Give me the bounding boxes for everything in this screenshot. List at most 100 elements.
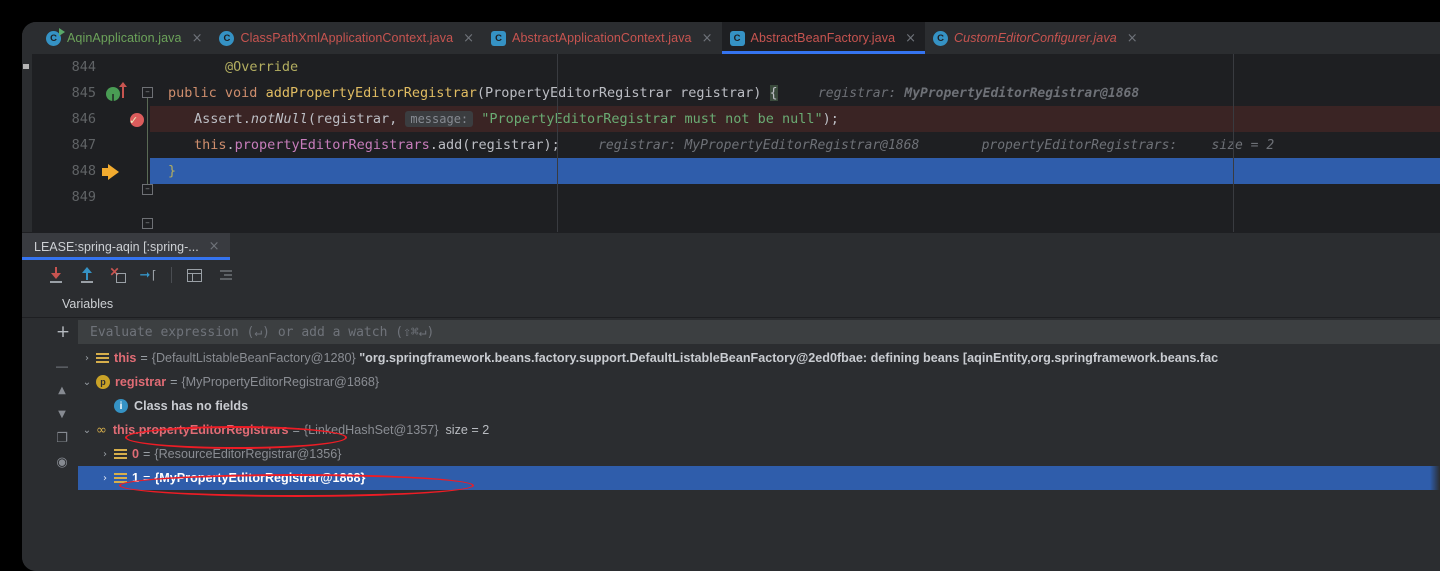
debugger-session-tab[interactable]: LEASE:spring-aqin [:spring-... × xyxy=(22,233,230,260)
layout-settings-icon xyxy=(218,269,234,281)
equals-sign: = xyxy=(292,423,300,437)
editor-tab-customeditorconfigurer[interactable]: C CustomEditorConfigurer.java × xyxy=(925,22,1147,54)
step-out-button[interactable] xyxy=(71,262,102,288)
settings-lines-button[interactable] xyxy=(210,262,241,288)
no-fields-message: Class has no fields xyxy=(134,399,249,413)
evaluate-expression-button[interactable] xyxy=(179,262,210,288)
parameter-hint-message: message: xyxy=(405,111,474,127)
java-abstract-class-icon: C xyxy=(491,30,507,46)
line-number: 845 xyxy=(71,85,96,101)
show-hide-button[interactable]: ◉ xyxy=(46,450,78,474)
close-icon[interactable]: × xyxy=(905,32,916,45)
code-line-844: @Override xyxy=(150,54,1440,80)
keyword-void: void xyxy=(224,85,258,101)
tab-variables[interactable]: Variables xyxy=(62,297,113,311)
editor-tab-label: AbstractBeanFactory.java xyxy=(750,31,896,45)
gutter-line: 848 xyxy=(32,158,150,184)
code-line-847: this.propertyEditorRegistrars.add(regist… xyxy=(150,132,1440,158)
code-editor[interactable]: 844 845 846 847 848 xyxy=(22,54,1440,232)
editor-tab-label: AqinApplication.java xyxy=(67,31,182,45)
object-list-icon xyxy=(96,352,109,365)
step-out-icon xyxy=(79,267,95,283)
variable-row-registrar[interactable]: ⌄ p registrar = {MyPropertyEditorRegistr… xyxy=(78,370,1440,394)
close-icon[interactable]: × xyxy=(192,32,203,45)
line-number: 846 xyxy=(71,111,96,127)
editor-tab-abstractapplicationcontext[interactable]: C AbstractApplicationContext.java × xyxy=(483,22,722,54)
expand-chevron-icon[interactable]: › xyxy=(78,353,96,364)
editor-tab-aqinapplication[interactable]: C AqinApplication.java × xyxy=(38,22,211,54)
watch-icon: ∞ xyxy=(96,422,107,438)
expand-chevron-icon[interactable]: › xyxy=(96,473,114,484)
method-name: addPropertyEditorRegistrar xyxy=(265,85,477,101)
variable-row-element-0[interactable]: › 0 = {ResourceEditorRegistrar@1356} xyxy=(78,442,1440,466)
collapse-chevron-icon[interactable]: ⌄ xyxy=(78,425,96,436)
object-list-icon xyxy=(114,472,127,485)
gutter-line: 849 xyxy=(32,184,150,210)
copy-value-button[interactable]: ❐ xyxy=(46,426,78,450)
editor-tab-bar: C AqinApplication.java × C ClassPathXmlA… xyxy=(22,22,1440,54)
parameter-icon: p xyxy=(96,375,110,389)
collection-size: size = 2 xyxy=(445,423,490,437)
gutter-line: 846 xyxy=(32,106,150,134)
evaluate-grid-icon xyxy=(187,268,202,282)
variable-row-this[interactable]: › this = {DefaultListableBeanFactory@128… xyxy=(78,346,1440,370)
right-edge-fade xyxy=(1430,346,1440,526)
remove-watch-button[interactable]: — xyxy=(46,354,78,378)
inline-hint-label: registrar: xyxy=(598,138,677,153)
expand-chevron-icon[interactable]: › xyxy=(96,449,114,460)
evaluate-expression-input[interactable]: Evaluate expression (↵) or add a watch (… xyxy=(78,320,1440,344)
variables-tab-row: Variables xyxy=(22,290,1440,318)
watch-row-propertyeditorregistrars[interactable]: ⌄ ∞ this.propertyEditorRegistrars = {Lin… xyxy=(78,418,1440,442)
editor-tab-label: CustomEditorConfigurer.java xyxy=(954,31,1117,45)
variable-name: this xyxy=(114,351,137,365)
step-into-icon xyxy=(48,267,64,283)
close-icon[interactable]: × xyxy=(702,32,713,45)
java-class-icon: C xyxy=(219,30,235,46)
string-literal: "PropertyEditorRegistrar must not be nul… xyxy=(481,111,823,127)
force-step-into-button[interactable]: ✕ xyxy=(102,262,133,288)
editor-gutter[interactable]: 844 845 846 847 848 xyxy=(32,54,153,232)
move-up-button[interactable]: ▲ xyxy=(46,378,78,402)
editor-tab-abstractbeanfactory[interactable]: C AbstractBeanFactory.java × xyxy=(721,22,926,54)
code-line-845: public void addPropertyEditorRegistrar(P… xyxy=(150,80,1440,106)
force-step-into-icon: ✕ xyxy=(110,265,126,283)
step-into-button[interactable] xyxy=(40,262,71,288)
variable-type: {MyPropertyEditorRegistrar@1868} xyxy=(154,471,366,485)
variable-name: 0 xyxy=(132,447,140,461)
variable-row-element-1[interactable]: › 1 = {MyPropertyEditorRegistrar@1868} xyxy=(78,466,1440,490)
variable-type: {DefaultListableBeanFactory@1280} xyxy=(151,351,356,365)
copy-icon: ❐ xyxy=(56,430,68,446)
java-class-icon: C xyxy=(933,30,949,46)
method-signature: (PropertyEditorRegistrar registrar) xyxy=(476,85,762,101)
variables-tree-area: — ▲ ▼ ❐ ◉ › this = {DefaultListableBeanF… xyxy=(22,346,1440,526)
collapse-chevron-icon[interactable]: ⌄ xyxy=(78,377,96,388)
gutter-line: 844 xyxy=(32,54,150,80)
inline-hint-label: propertyEditorRegistrars: xyxy=(981,138,1178,153)
line-number: 844 xyxy=(71,59,96,75)
equals-sign: = xyxy=(143,447,151,461)
minus-icon: — xyxy=(56,359,68,373)
variables-tree[interactable]: › this = {DefaultListableBeanFactory@128… xyxy=(78,346,1440,526)
close-icon[interactable]: × xyxy=(209,240,220,253)
move-down-button[interactable]: ▼ xyxy=(46,402,78,426)
run-to-cursor-button[interactable]: ➞ ⌈ xyxy=(133,262,164,288)
close-icon[interactable]: × xyxy=(463,32,474,45)
variable-type: {MyPropertyEditorRegistrar@1868} xyxy=(181,375,380,389)
equals-sign: = xyxy=(143,471,151,485)
chevron-down-icon: ▼ xyxy=(58,408,66,420)
debugger-toolbar: ✕ ➞ ⌈ xyxy=(22,260,1440,290)
editor-left-strip xyxy=(22,54,32,232)
editor-tab-classpathxmlapplicationcontext[interactable]: C ClassPathXmlApplicationContext.java × xyxy=(211,22,483,54)
close-icon[interactable]: × xyxy=(1127,32,1138,45)
object-list-icon xyxy=(114,448,127,461)
line-number: 847 xyxy=(71,137,96,153)
add-watch-button[interactable]: + xyxy=(48,322,78,342)
keyword-public: public xyxy=(168,85,217,101)
keyword-this: this xyxy=(194,137,227,153)
inline-hint-value: MyPropertyEditorRegistrar@1868 xyxy=(684,138,920,153)
dot: . xyxy=(226,137,235,153)
code-text-area[interactable]: @Override public void addPropertyEditorR… xyxy=(150,54,1440,232)
method-call-notnull: notNull xyxy=(250,111,308,127)
run-to-cursor-icon: ➞ ⌈ xyxy=(139,268,157,283)
